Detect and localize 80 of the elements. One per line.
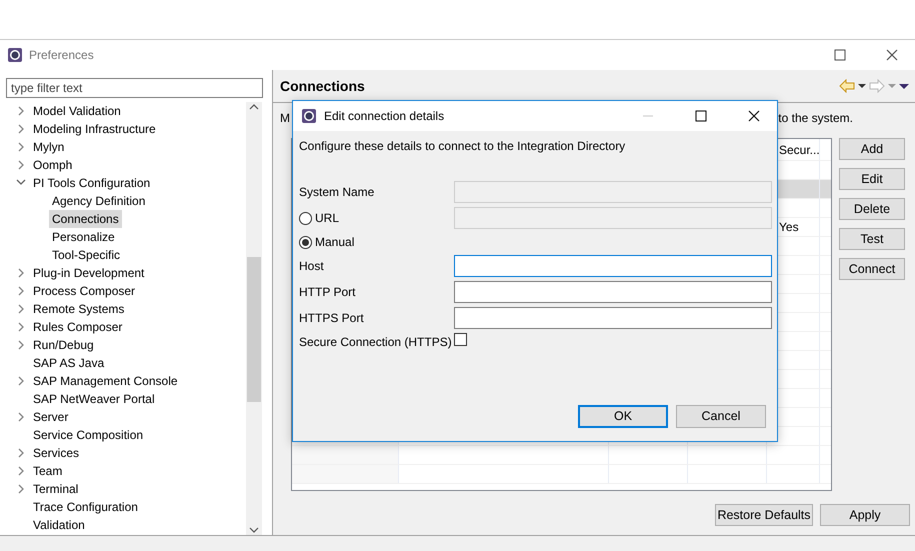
checkbox[interactable] (454, 333, 467, 346)
dialog-description: Configure these details to connect to the Integration Directory (299, 138, 626, 155)
expand-icon[interactable] (16, 106, 26, 116)
table-cell-text: Yes (779, 219, 799, 236)
scrollbar-thumb[interactable] (247, 257, 261, 402)
radio-button[interactable] (299, 212, 312, 224)
expand-icon[interactable] (16, 340, 26, 350)
tree-item[interactable]: SAP Management Console (30, 372, 181, 390)
expand-icon[interactable] (16, 484, 26, 494)
expand-icon[interactable] (16, 412, 26, 422)
tree-item[interactable]: Process Composer (30, 282, 138, 300)
app-icon (7, 47, 23, 63)
action-button[interactable]: Delete (839, 198, 905, 220)
tree-item[interactable]: Modeling Infrastructure (30, 120, 159, 138)
tree-item[interactable]: Oomph (30, 156, 76, 174)
expand-icon[interactable] (16, 160, 26, 170)
radio-label[interactable]: Manual (315, 233, 354, 251)
action-button[interactable]: Connect (839, 258, 905, 280)
action-button[interactable]: Add (839, 138, 905, 160)
tree-item[interactable]: SAP NetWeaver Portal (30, 390, 158, 408)
tree-item[interactable]: Trace Configuration (30, 498, 141, 516)
expand-icon[interactable] (16, 286, 26, 296)
tree-item[interactable]: Personalize (49, 228, 118, 246)
tree-item[interactable]: Server (30, 408, 72, 426)
expand-icon[interactable] (16, 466, 26, 476)
field-label: System Name (299, 184, 376, 201)
field-label: HTTPS Port (299, 310, 365, 327)
tree-item[interactable]: Tool-Specific (49, 246, 124, 264)
expand-icon[interactable] (16, 142, 26, 152)
window-title: Preferences (29, 47, 94, 64)
action-button[interactable]: Test (839, 228, 905, 250)
tree-item[interactable]: Plug-in Development (30, 264, 148, 282)
description-text: M (280, 110, 290, 126)
tree-item[interactable]: Terminal (30, 480, 82, 498)
tree-item[interactable]: Connections (49, 210, 122, 228)
radio-label[interactable]: URL (315, 209, 340, 227)
description-text: to the system. (778, 110, 853, 126)
action-button[interactable]: Edit (839, 168, 905, 190)
scroll-up-icon[interactable] (249, 102, 259, 112)
tree-item[interactable]: Rules Composer (30, 318, 126, 336)
field-label: HTTP Port (299, 284, 356, 301)
tree-item[interactable]: SAP AS Java (30, 354, 108, 372)
expand-icon[interactable] (16, 268, 26, 278)
tree-item[interactable]: Validation (30, 516, 88, 534)
dialog-title: Edit connection details (324, 108, 446, 125)
expand-icon[interactable] (16, 304, 26, 314)
checkbox-label: Secure Connection (HTTPS) (299, 334, 453, 351)
scroll-down-icon[interactable] (249, 525, 259, 535)
filter-field[interactable]: type filter text (6, 78, 263, 98)
tree-item[interactable]: PI Tools Configuration (30, 174, 154, 192)
close-icon[interactable] (886, 49, 898, 61)
view-menu-icon[interactable] (899, 82, 909, 90)
tree-item[interactable]: Mylyn (30, 138, 68, 156)
dialog-button[interactable]: OK (578, 405, 668, 428)
tree-item[interactable]: Team (30, 462, 66, 480)
tree-item[interactable]: Service Composition (30, 426, 146, 444)
expand-icon[interactable] (16, 322, 26, 332)
close-icon[interactable] (748, 110, 760, 122)
tree-item[interactable]: Model Validation (30, 102, 124, 120)
dialog-button[interactable]: Cancel (676, 405, 766, 428)
maximize-icon[interactable] (695, 110, 707, 122)
expand-icon[interactable] (16, 448, 26, 458)
input-field[interactable] (454, 255, 772, 277)
radio-button[interactable] (299, 236, 312, 248)
expand-icon[interactable] (16, 376, 26, 386)
app-icon (301, 108, 317, 124)
tree-item[interactable]: Services (30, 444, 82, 462)
input-field[interactable] (454, 281, 772, 303)
tree-item[interactable]: Agency Definition (49, 192, 148, 210)
maximize-icon[interactable] (834, 49, 846, 61)
field-label: Host (299, 258, 325, 275)
tree-item[interactable]: Run/Debug (30, 336, 97, 354)
input-field[interactable] (454, 307, 772, 329)
tree-item[interactable]: Remote Systems (30, 300, 128, 318)
footer-button[interactable]: Apply (820, 504, 910, 526)
dropdown-caret-icon[interactable] (858, 83, 866, 89)
page-title: Connections (280, 76, 366, 96)
footer-button[interactable]: Restore Defaults (715, 504, 813, 526)
column-header[interactable]: Secur... (779, 140, 820, 158)
expand-icon[interactable] (16, 124, 26, 134)
